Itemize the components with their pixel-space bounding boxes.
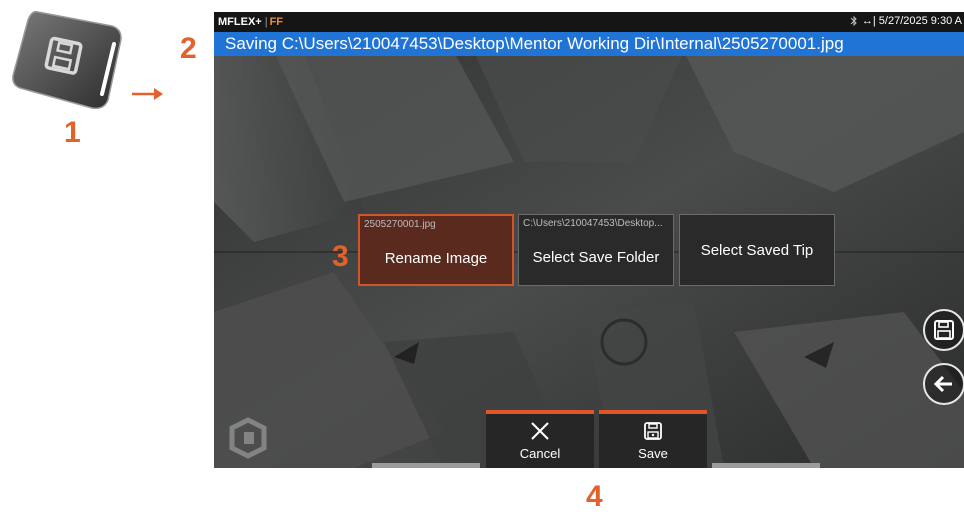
save-label: Save (638, 446, 668, 461)
cancel-button[interactable]: Cancel (486, 410, 594, 468)
callout-3: 3 (332, 240, 349, 273)
company-logo (229, 417, 267, 459)
arrow-left-icon (933, 375, 952, 393)
cancel-label: Cancel (519, 446, 561, 461)
status-right: ↔| 5/27/2025 9:30 A (850, 15, 962, 27)
select-saved-tip-button[interactable]: Select Saved Tip (679, 214, 835, 286)
current-folder: C:\Users\210047453\Desktop... (523, 218, 663, 229)
select-save-folder-button[interactable]: C:\Users\210047453\Desktop... Select Sav… (518, 214, 674, 286)
device-screen: MFLEX+ | FF ↔| 5/27/2025 9:30 A Saving C… (214, 12, 964, 468)
arrow-right-icon (132, 88, 163, 100)
rename-image-button[interactable]: 2505270001.jpg Rename Image (358, 214, 514, 286)
softkey-indicator (712, 463, 820, 468)
date-time: ↔| 5/27/2025 9:30 A (861, 15, 962, 27)
close-icon (531, 422, 549, 440)
save-button[interactable]: Save (599, 410, 707, 468)
status-separator: | (264, 16, 268, 28)
softkey-indicator (372, 463, 480, 468)
callout-4: 4 (586, 480, 603, 513)
bluetooth-icon (850, 15, 857, 27)
side-back-button[interactable] (923, 363, 964, 405)
select-saved-tip-label: Select Saved Tip (700, 242, 814, 259)
callout-1: 1 (64, 116, 81, 149)
floppy-disk-icon (644, 422, 662, 440)
status-bar: MFLEX+ | FF ↔| 5/27/2025 9:30 A (214, 12, 964, 32)
brand-label: MFLEX+ (218, 16, 262, 28)
callout-2: 2 (180, 32, 197, 65)
hardware-save-key (12, 10, 122, 110)
floppy-disk-icon (934, 320, 954, 340)
current-filename: 2505270001.jpg (364, 219, 436, 230)
save-path-bar: Saving C:\Users\210047453\Desktop\Mentor… (214, 32, 964, 56)
mode-indicator: FF (269, 16, 284, 28)
side-save-button[interactable] (923, 309, 964, 351)
select-save-folder-label: Select Save Folder (532, 249, 660, 266)
rename-image-label: Rename Image (384, 250, 488, 267)
